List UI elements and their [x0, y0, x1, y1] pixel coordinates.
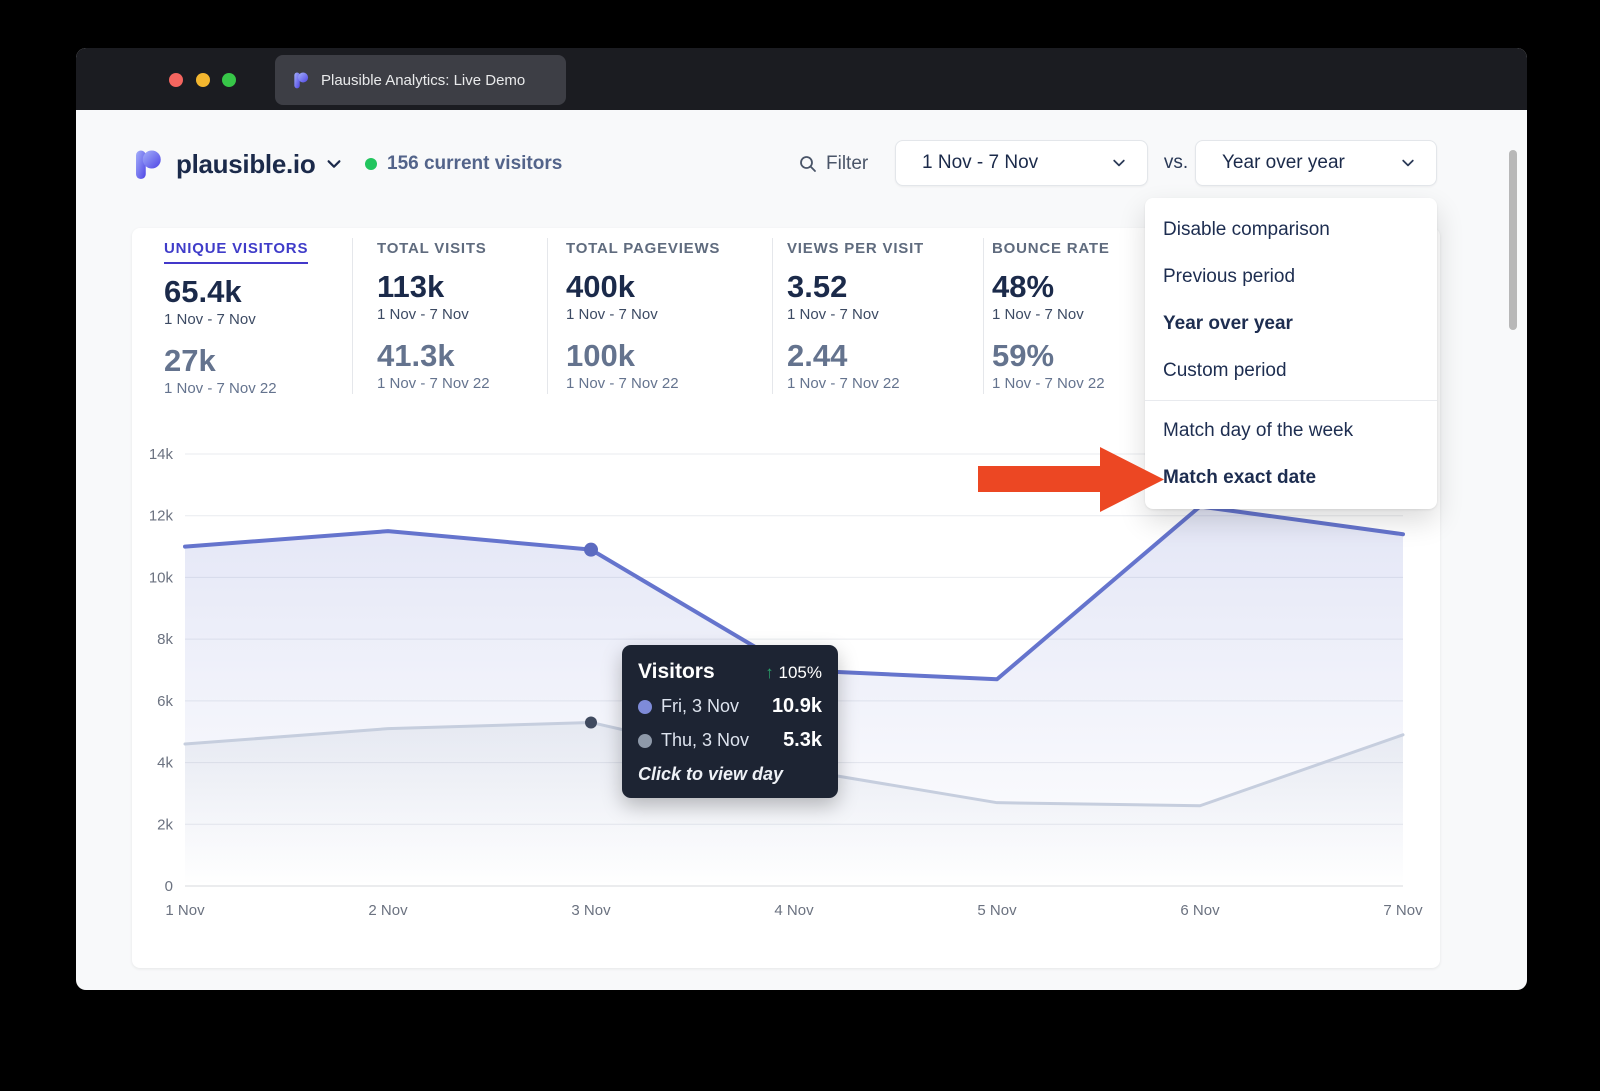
metric-period: 1 Nov - 7 Nov [164, 311, 308, 329]
metric-total-visits[interactable]: TOTAL VISITS 113k 1 Nov - 7 Nov 41.3k 1 … [377, 239, 490, 393]
up-arrow-icon: ↑ [765, 663, 774, 682]
metric-value: 113k [377, 271, 490, 303]
metric-period: 1 Nov - 7 Nov [787, 306, 924, 324]
plausible-favicon [291, 70, 311, 90]
tooltip-row-current: Fri, 3 Nov 10.9k [638, 695, 822, 718]
date-range-dropdown[interactable]: 1 Nov - 7 Nov [895, 140, 1148, 186]
annotation-arrow [978, 447, 1164, 517]
svg-text:5 Nov: 5 Nov [977, 902, 1017, 919]
metric-label: TOTAL VISITS [377, 239, 490, 259]
menu-item-disable-comparison[interactable]: Disable comparison [1145, 206, 1437, 253]
search-icon [798, 154, 818, 174]
svg-text:4 Nov: 4 Nov [774, 902, 814, 919]
metric-period: 1 Nov - 7 Nov [377, 306, 490, 324]
svg-text:4k: 4k [157, 755, 173, 772]
filter-label: Filter [826, 153, 868, 175]
svg-text:12k: 12k [149, 508, 174, 525]
metric-compare-value: 27k [164, 345, 308, 377]
metric-label: UNIQUE VISITORS [164, 239, 308, 264]
tooltip-change-value: 105% [779, 663, 822, 682]
site-switcher[interactable]: plausible.io [130, 140, 343, 188]
tooltip-title: Visitors [638, 660, 715, 684]
svg-text:6k: 6k [157, 693, 173, 710]
tooltip-row-compare: Thu, 3 Nov 5.3k [638, 729, 822, 752]
metric-compare-period: 1 Nov - 7 Nov 22 [377, 375, 490, 393]
metric-label: VIEWS PER VISIT [787, 239, 924, 259]
menu-item-match-day-of-week[interactable]: Match day of the week [1145, 407, 1437, 454]
menu-item-previous-period[interactable]: Previous period [1145, 253, 1437, 300]
svg-text:6 Nov: 6 Nov [1180, 902, 1220, 919]
metric-views-per-visit[interactable]: VIEWS PER VISIT 3.52 1 Nov - 7 Nov 2.44 … [787, 239, 924, 393]
chevron-down-icon [325, 155, 343, 173]
menu-item-match-exact-date[interactable]: Match exact date [1145, 454, 1437, 501]
chart-tooltip: Visitors ↑ 105% Fri, 3 Nov 10.9k Thu, 3 … [622, 645, 838, 798]
comparison-dropdown[interactable]: Year over year [1195, 140, 1437, 186]
svg-text:10k: 10k [149, 569, 174, 586]
metric-value: 65.4k [164, 276, 308, 308]
stat-divider [983, 238, 984, 394]
browser-window: Plausible Analytics: Live Demo plausible… [76, 48, 1527, 990]
metric-value: 3.52 [787, 271, 924, 303]
svg-text:2 Nov: 2 Nov [368, 902, 408, 919]
titlebar: Plausible Analytics: Live Demo [76, 48, 1527, 110]
metric-compare-value: 59% [992, 340, 1110, 372]
svg-text:1 Nov: 1 Nov [165, 902, 205, 919]
svg-text:2k: 2k [157, 816, 173, 833]
zoom-button[interactable] [222, 73, 236, 87]
metric-compare-period: 1 Nov - 7 Nov 22 [787, 375, 924, 393]
filter-button[interactable]: Filter [798, 140, 868, 188]
metric-compare-period: 1 Nov - 7 Nov 22 [164, 380, 308, 398]
series-dot-compare [638, 734, 652, 748]
site-name: plausible.io [176, 149, 315, 180]
metric-compare-value: 100k [566, 340, 720, 372]
tooltip-row-label: Fri, 3 Nov [661, 696, 739, 717]
metric-value: 400k [566, 271, 720, 303]
metric-value: 48% [992, 271, 1110, 303]
chevron-down-icon [1400, 155, 1416, 171]
stat-divider [547, 238, 548, 394]
menu-divider [1145, 400, 1437, 401]
tooltip-change: ↑ 105% [765, 663, 822, 683]
metric-total-pageviews[interactable]: TOTAL PAGEVIEWS 400k 1 Nov - 7 Nov 100k … [566, 239, 720, 393]
live-indicator-dot [365, 158, 377, 170]
metric-compare-value: 41.3k [377, 340, 490, 372]
stat-divider [772, 238, 773, 394]
current-visitors[interactable]: 156 current visitors [365, 140, 562, 188]
svg-text:8k: 8k [157, 631, 173, 648]
tab-title: Plausible Analytics: Live Demo [321, 72, 525, 89]
comparison-value: Year over year [1222, 152, 1345, 174]
browser-tab[interactable]: Plausible Analytics: Live Demo [275, 55, 566, 105]
close-button[interactable] [169, 73, 183, 87]
tooltip-row-value: 5.3k [783, 729, 822, 752]
metric-period: 1 Nov - 7 Nov [992, 306, 1110, 324]
metric-compare-value: 2.44 [787, 340, 924, 372]
svg-text:14k: 14k [149, 446, 174, 463]
plausible-logo [130, 146, 166, 182]
menu-item-year-over-year[interactable]: Year over year [1145, 300, 1437, 347]
series-dot-current [638, 700, 652, 714]
metric-label: TOTAL PAGEVIEWS [566, 239, 720, 259]
tooltip-footer: Click to view day [638, 764, 822, 785]
stat-divider [352, 238, 353, 394]
svg-text:7 Nov: 7 Nov [1383, 902, 1423, 919]
metric-compare-period: 1 Nov - 7 Nov 22 [992, 375, 1110, 393]
vs-label: vs. [1156, 140, 1196, 186]
tooltip-row-label: Thu, 3 Nov [661, 730, 749, 751]
chevron-down-icon [1111, 155, 1127, 171]
metric-period: 1 Nov - 7 Nov [566, 306, 720, 324]
svg-text:0: 0 [165, 878, 173, 895]
tooltip-row-value: 10.9k [772, 695, 822, 718]
svg-text:3 Nov: 3 Nov [571, 902, 611, 919]
metric-unique-visitors[interactable]: UNIQUE VISITORS 65.4k 1 Nov - 7 Nov 27k … [164, 239, 308, 398]
scrollbar-thumb[interactable] [1509, 150, 1517, 330]
metric-bounce-rate[interactable]: BOUNCE RATE 48% 1 Nov - 7 Nov 59% 1 Nov … [992, 239, 1110, 393]
minimize-button[interactable] [196, 73, 210, 87]
metric-compare-period: 1 Nov - 7 Nov 22 [566, 375, 720, 393]
metric-label: BOUNCE RATE [992, 239, 1110, 259]
menu-item-custom-period[interactable]: Custom period [1145, 347, 1437, 394]
current-visitors-label: 156 current visitors [387, 153, 562, 175]
date-range-value: 1 Nov - 7 Nov [922, 152, 1038, 174]
comparison-menu: Disable comparison Previous period Year … [1145, 198, 1437, 509]
